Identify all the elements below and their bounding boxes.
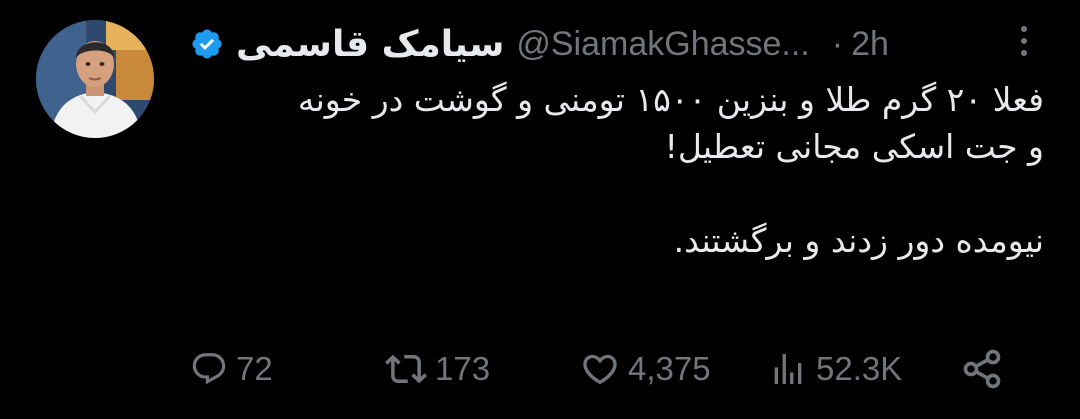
tweet-paragraph: فعلا ۲۰ گرم طلا و بنزین ۱۵۰۰ تومنی و گوش… [297, 80, 1044, 119]
verified-badge-icon [192, 29, 222, 59]
share-icon [963, 349, 1001, 389]
share-button[interactable] [960, 347, 1004, 391]
time-separator: · [831, 24, 844, 63]
retweet-count: 173 [435, 350, 491, 387]
retweet-icon [385, 354, 427, 384]
tweet-time[interactable]: 2h [851, 25, 889, 64]
author-handle[interactable]: @SiamakGhasse... [516, 25, 809, 64]
tweet-paragraph: نیومده دور زدند و برگشتند. [673, 221, 1044, 260]
views-count: 52.3K [816, 350, 903, 387]
reply-count: 72 [236, 350, 273, 387]
views-icon [774, 354, 802, 384]
tweet-paragraph: و جت اسکی مجانی تعطیل! [664, 127, 1044, 166]
tweet-text: فعلا ۲۰ گرم طلا و بنزین ۱۵۰۰ تومنی و گوش… [190, 76, 1044, 264]
retweet-button[interactable]: 173 [385, 348, 490, 390]
reply-button[interactable]: 72 [190, 350, 273, 388]
avatar[interactable] [36, 20, 154, 138]
like-button[interactable]: 4,375 [580, 349, 711, 389]
tweet-actions: 72 173 4,375 52.3K [190, 345, 1010, 393]
tweet-header: سیامک قاسمی @SiamakGhasse... · 2h [190, 22, 1050, 66]
more-icon[interactable] [1020, 26, 1028, 60]
reply-icon [192, 353, 226, 385]
tweet[interactable]: سیامک قاسمی @SiamakGhasse... · 2h فعلا ۲… [0, 0, 1080, 419]
views-button[interactable]: 52.3K [768, 349, 902, 389]
author-display-name[interactable]: سیامک قاسمی [236, 24, 504, 65]
like-count: 4,375 [628, 350, 711, 387]
avatar-image [36, 20, 154, 138]
heart-icon [583, 354, 617, 385]
